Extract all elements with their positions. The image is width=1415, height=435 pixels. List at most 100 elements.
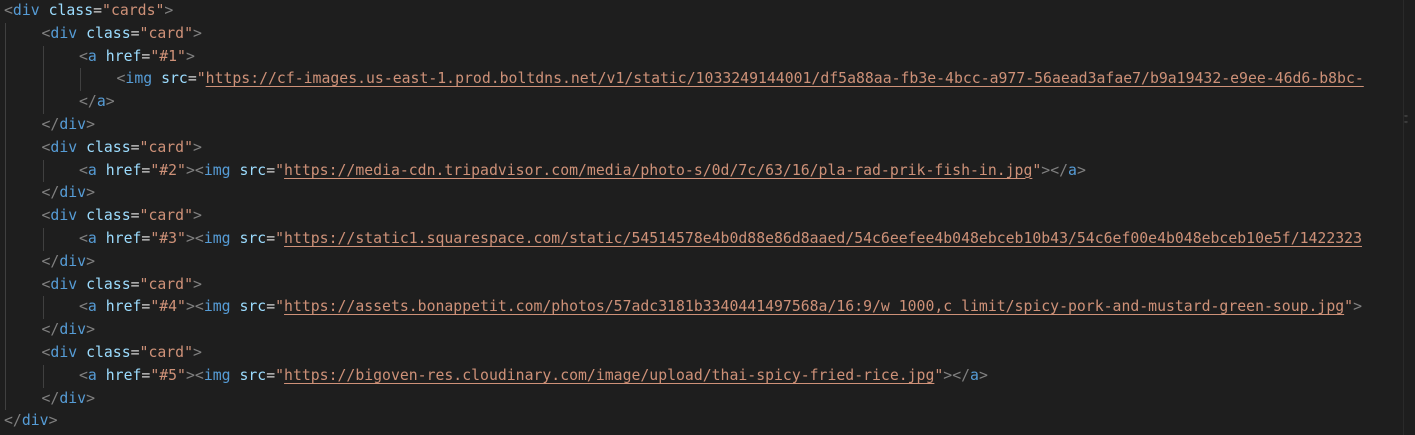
tag-bracket: > (86, 389, 95, 407)
attribute-value: " (1344, 298, 1354, 316)
attribute-name: class (86, 275, 131, 293)
tag-name: div (50, 207, 78, 225)
tag-bracket: > (185, 47, 195, 65)
tag-bracket: < (194, 161, 204, 179)
tag-name: a (87, 230, 97, 247)
code-line[interactable]: </div> (42, 388, 95, 411)
attribute-value: " (1032, 161, 1042, 179)
attribute-value: "#1" (150, 47, 186, 65)
code-editor[interactable]: <div class="cards"> <div class="card"> <a … (0, 0, 1404, 435)
tag-name: img (203, 298, 231, 316)
attribute-value: " (934, 366, 944, 384)
tag-bracket: > (86, 116, 95, 133)
attribute-name: href (105, 47, 142, 65)
equals-sign: = (141, 47, 151, 65)
tag-name: a (970, 366, 979, 384)
url-link[interactable]: https://cf-images.us-east-1.prod.boltdns… (206, 70, 1364, 87)
equals-sign: = (141, 366, 151, 384)
vertical-scrollbar[interactable]: ≈ ≈ (1403, 0, 1415, 435)
tag-bracket: < (4, 2, 13, 19)
code-line[interactable]: <div class="card"> (42, 137, 202, 160)
url-link[interactable]: https://static1.squarespace.com/static/5… (284, 230, 1362, 247)
code-line[interactable]: </a> (79, 91, 115, 114)
tag-bracket: > (105, 93, 115, 111)
indent-guide (42, 296, 44, 320)
code-line[interactable]: <a href="#3"><img src="https://static1.s… (79, 228, 1362, 251)
equals-sign: = (141, 298, 151, 316)
tag-bracket: > (185, 298, 195, 316)
url-link[interactable]: https://assets.bonappetit.com/photos/57a… (284, 298, 1344, 315)
code-line[interactable]: <a href="#2"><img src="https://media-cdn… (79, 160, 1086, 183)
attribute-value: "cards" (102, 2, 165, 19)
tag-name: img (203, 366, 231, 384)
attribute-name: class (86, 344, 131, 361)
tag-bracket: </ (41, 184, 60, 202)
equals-sign: = (266, 161, 276, 179)
code-line[interactable]: <div class="card"> (42, 342, 202, 365)
tag-name: div (59, 321, 87, 339)
url-link[interactable]: https://media-cdn.tripadvisor.com/media/… (284, 162, 1032, 179)
tag-name: a (87, 366, 97, 384)
tag-name: div (59, 252, 87, 270)
code-line[interactable]: <div class="card"> (42, 23, 202, 46)
equals-sign: = (130, 344, 140, 361)
tag-bracket: > (86, 321, 95, 339)
tag-name: a (1068, 161, 1077, 179)
tag-name: a (96, 93, 106, 111)
code-line[interactable]: <a href="#1"> (79, 46, 195, 69)
tag-bracket: > (185, 366, 195, 384)
tag-bracket: < (79, 366, 88, 384)
attribute-value: " (275, 230, 285, 247)
tag-bracket: </ (41, 389, 60, 407)
tag-name: div (50, 344, 78, 361)
attribute-name: src (239, 366, 267, 384)
attribute-value: "#3" (150, 230, 186, 247)
code-line[interactable]: </div> (42, 319, 95, 342)
tag-bracket: > (185, 161, 195, 179)
code-line[interactable]: <a href="#4"><img src="https://assets.bo… (79, 296, 1362, 319)
tag-bracket: > (978, 366, 988, 384)
code-line[interactable]: <img src="https://cf-images.us-east-1.pr… (117, 68, 1364, 91)
indent-guide (5, 22, 6, 411)
tag-name: div (59, 116, 87, 133)
attribute-name: src (239, 161, 267, 179)
tag-name: img (203, 230, 231, 247)
attribute-name: class (86, 138, 131, 156)
code-line[interactable]: </div> (42, 114, 95, 137)
code-line[interactable]: <div class="cards"> (4, 0, 173, 23)
attribute-value: " (275, 298, 285, 316)
url-link[interactable]: https://bigoven-res.cloudinary.com/image… (284, 367, 934, 384)
tag-bracket: </ (41, 252, 60, 270)
attribute-name: href (105, 366, 142, 384)
attribute-name: href (105, 230, 142, 247)
tag-bracket: > (193, 207, 202, 225)
indent-guide (42, 228, 44, 251)
equals-sign: = (130, 24, 140, 42)
tag-bracket: ></ (1041, 161, 1069, 179)
tag-bracket: > (193, 344, 202, 361)
code-line[interactable]: <div class="card"> (42, 274, 202, 297)
tag-bracket: > (193, 24, 202, 42)
tag-name: div (21, 412, 49, 430)
code-line[interactable]: </div> (42, 182, 95, 205)
tag-name: div (12, 2, 40, 19)
code-line[interactable]: </div> (4, 410, 57, 433)
indent-guide (42, 364, 44, 388)
code-line[interactable]: <div class="card"> (42, 205, 202, 228)
tag-bracket: </ (41, 116, 60, 133)
tag-bracket: > (1353, 298, 1362, 316)
equals-sign: = (266, 298, 276, 316)
attribute-name: href (105, 298, 142, 316)
code-line[interactable]: </div> (42, 251, 95, 274)
code-line[interactable]: <a href="#5"><img src="https://bigoven-r… (79, 365, 988, 388)
tag-name: div (50, 24, 78, 42)
tag-bracket: > (193, 275, 202, 293)
tag-bracket: </ (79, 93, 97, 111)
